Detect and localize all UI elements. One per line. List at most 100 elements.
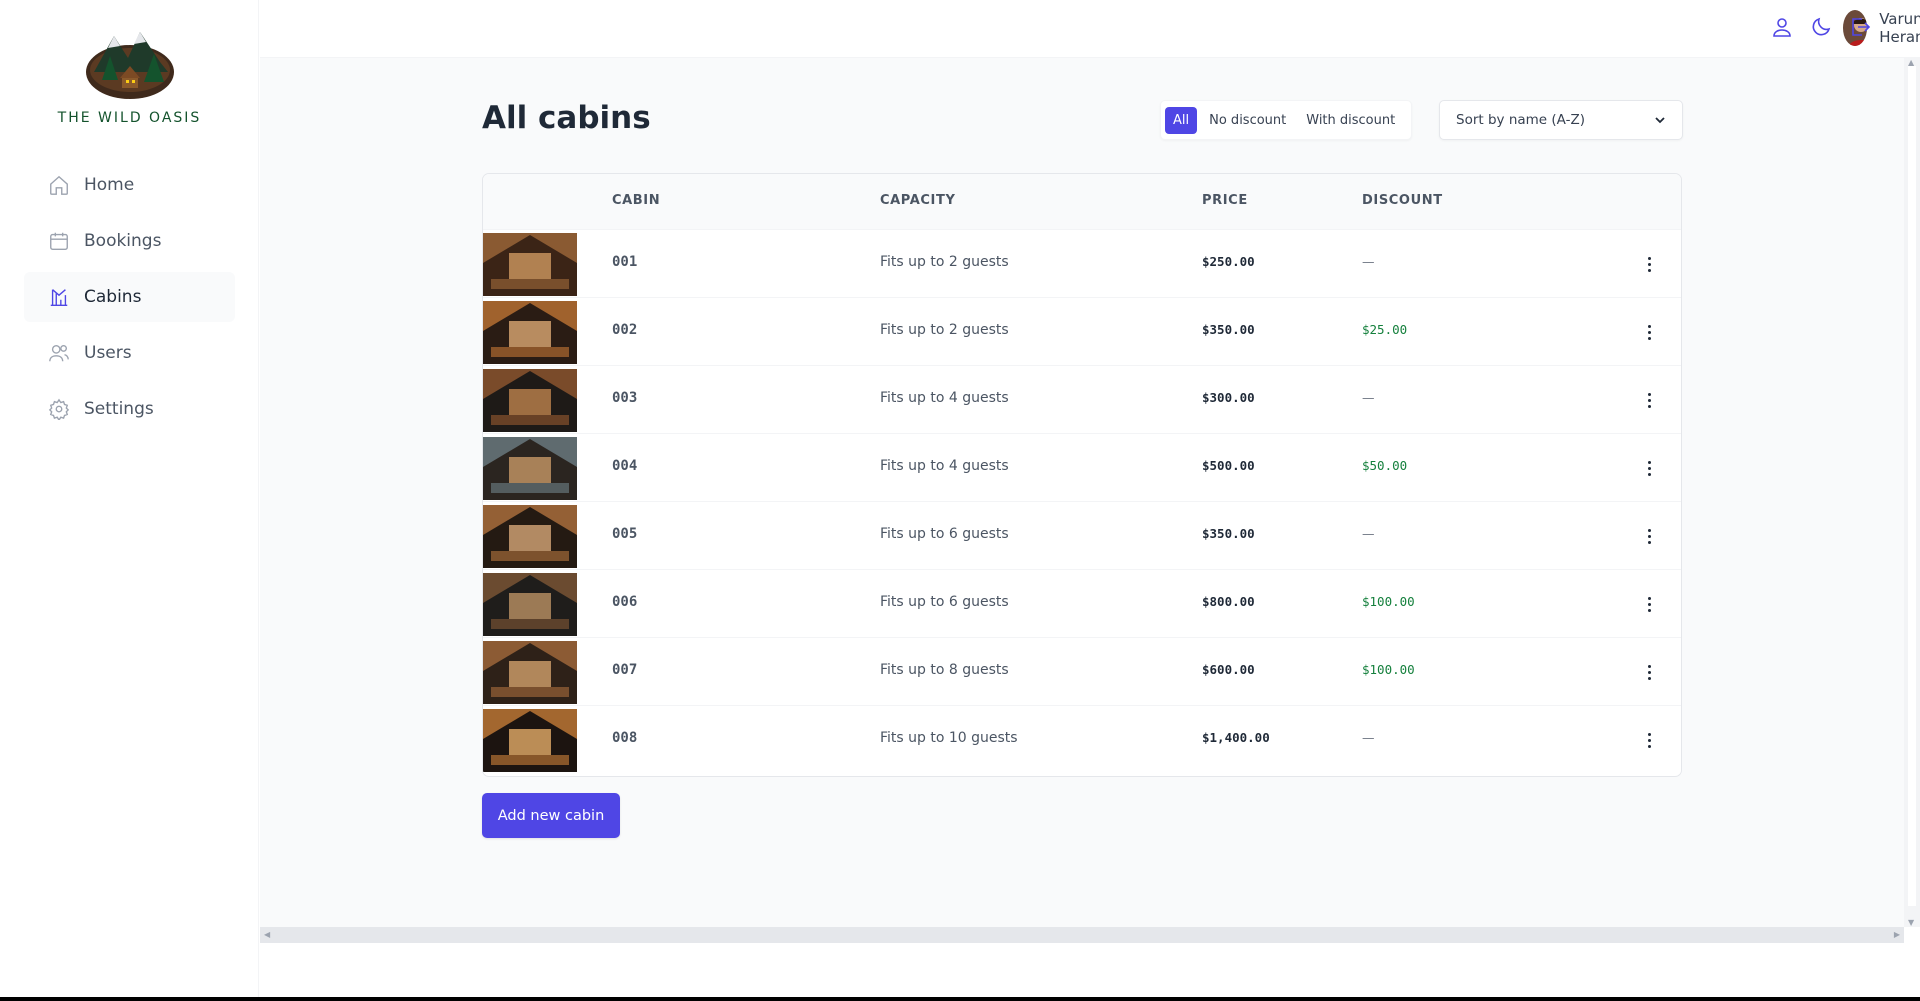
gear-icon: [48, 398, 70, 420]
cabin-discount: $50.00: [1362, 458, 1408, 473]
table-row: 006 Fits up to 6 guests $800.00 $100.00: [483, 570, 1681, 638]
row-menu-button[interactable]: [1639, 592, 1659, 616]
home-icon: [50, 175, 68, 195]
cabin-name: 004: [612, 458, 638, 474]
sidebar-item-settings[interactable]: Settings: [24, 384, 235, 434]
cabin-capacity: Fits up to 6 guests: [880, 594, 1009, 610]
cabin-price: $250.00: [1202, 254, 1255, 269]
sidebar: THE WILD OASIS Home Bookings Cabins User…: [0, 0, 259, 997]
cabin-discount: —: [1362, 526, 1375, 541]
kebab-dot-icon: [1647, 268, 1651, 272]
sidebar-item-bookings[interactable]: Bookings: [24, 216, 235, 266]
table-row: 001 Fits up to 2 guests $250.00 —: [483, 230, 1681, 298]
account-button[interactable]: [1770, 15, 1794, 39]
row-menu-button[interactable]: [1639, 524, 1659, 548]
cabins-table: CABIN CAPACITY PRICE DISCOUNT 001 Fits up…: [482, 173, 1682, 777]
sidebar-item-label: Bookings: [84, 231, 162, 251]
brand-name: THE WILD OASIS: [57, 110, 202, 126]
table-header: CABIN CAPACITY PRICE DISCOUNT: [483, 174, 1681, 230]
kebab-dot-icon: [1647, 608, 1651, 612]
cabins-icon: [50, 289, 68, 306]
moon-icon: [1812, 17, 1831, 36]
kebab-dot-icon: [1647, 670, 1651, 674]
cabin-price: $500.00: [1202, 458, 1255, 473]
scroll-right-arrow[interactable]: ▶: [1894, 930, 1900, 939]
cabin-name: 007: [612, 662, 638, 678]
user-name: Varun Heranjal: [1879, 10, 1920, 46]
logout-icon: [1852, 18, 1871, 36]
app-window: THE WILD OASIS Home Bookings Cabins User…: [0, 0, 1920, 997]
cabin-image: [483, 301, 577, 364]
discount-filter: All No discount With discount: [1160, 100, 1413, 140]
main-content: All cabins All No discount With discount…: [260, 58, 1904, 927]
sidebar-item-cabins[interactable]: Cabins: [24, 272, 235, 322]
horizontal-scrollbar[interactable]: ◀ ▶: [260, 927, 1904, 943]
cabin-name: 006: [612, 594, 638, 610]
row-menu-button[interactable]: [1639, 252, 1659, 276]
logout-button[interactable]: [1848, 15, 1872, 39]
cabin-image: [483, 641, 577, 704]
sidebar-item-home[interactable]: Home: [24, 160, 235, 210]
kebab-dot-icon: [1647, 460, 1651, 464]
cabin-discount: $100.00: [1362, 662, 1415, 677]
vertical-scrollbar[interactable]: ▲ ▼: [1904, 58, 1920, 927]
kebab-dot-icon: [1647, 404, 1651, 408]
top-header: Varun Heranjal: [260, 0, 1920, 58]
sidebar-item-users[interactable]: Users: [24, 328, 235, 378]
kebab-dot-icon: [1647, 262, 1651, 266]
kebab-dot-icon: [1647, 534, 1651, 538]
table-row: 002 Fits up to 2 guests $350.00 $25.00: [483, 298, 1681, 366]
cabin-discount: —: [1362, 390, 1375, 405]
cabin-price: $300.00: [1202, 390, 1255, 405]
cabin-discount: —: [1362, 730, 1375, 745]
table-row: 008 Fits up to 10 guests $1,400.00 —: [483, 706, 1681, 774]
sort-select-value: Sort by name (A-Z): [1456, 112, 1585, 128]
sort-select[interactable]: Sort by name (A-Z): [1439, 100, 1683, 140]
row-menu-button[interactable]: [1639, 456, 1659, 480]
cabin-name: 001: [612, 254, 638, 270]
cabin-name: 005: [612, 526, 638, 542]
cabin-capacity: Fits up to 10 guests: [880, 730, 1018, 746]
dark-mode-toggle[interactable]: [1809, 15, 1833, 39]
scroll-up-arrow[interactable]: ▲: [1908, 58, 1914, 67]
kebab-dot-icon: [1647, 324, 1651, 328]
cabin-price: $800.00: [1202, 594, 1255, 609]
row-menu-button[interactable]: [1639, 660, 1659, 684]
kebab-dot-icon: [1647, 398, 1651, 402]
filter-all-button[interactable]: All: [1165, 106, 1198, 134]
cabin-capacity: Fits up to 2 guests: [880, 254, 1009, 270]
cabin-capacity: Fits up to 8 guests: [880, 662, 1009, 678]
user-icon: [1773, 18, 1791, 37]
row-menu-button[interactable]: [1639, 388, 1659, 412]
users-icon: [49, 344, 69, 362]
kebab-dot-icon: [1647, 602, 1651, 606]
cabin-image: [483, 437, 577, 500]
filter-no-discount-button[interactable]: No discount: [1201, 107, 1294, 134]
row-menu-button[interactable]: [1639, 320, 1659, 344]
cabin-name: 002: [612, 322, 638, 338]
cabin-capacity: Fits up to 2 guests: [880, 322, 1009, 338]
kebab-dot-icon: [1647, 744, 1651, 748]
cabin-image: [483, 573, 577, 636]
table-body: 001 Fits up to 2 guests $250.00 — 002 Fits up…: [483, 230, 1681, 774]
cabin-name: 003: [612, 390, 638, 406]
kebab-dot-icon: [1647, 472, 1651, 476]
cabin-capacity: Fits up to 4 guests: [880, 390, 1009, 406]
chevron-down-icon: [1655, 117, 1665, 124]
cabin-discount: —: [1362, 254, 1375, 269]
cabin-price: $600.00: [1202, 662, 1255, 677]
cabin-price: $350.00: [1202, 322, 1255, 337]
sidebar-item-label: Cabins: [84, 287, 142, 307]
cabin-image: [483, 505, 577, 568]
kebab-dot-icon: [1647, 466, 1651, 470]
kebab-dot-icon: [1647, 738, 1651, 742]
add-cabin-button[interactable]: Add new cabin: [482, 793, 620, 838]
column-header-discount: DISCOUNT: [1362, 193, 1443, 208]
logo-image: [84, 26, 176, 100]
row-menu-button[interactable]: [1639, 728, 1659, 752]
scroll-down-arrow[interactable]: ▼: [1908, 918, 1914, 927]
filter-with-discount-button[interactable]: With discount: [1298, 107, 1403, 134]
scrollbar-thumb[interactable]: [1908, 66, 1916, 906]
cabin-name: 008: [612, 730, 638, 746]
scroll-left-arrow[interactable]: ◀: [264, 930, 270, 939]
